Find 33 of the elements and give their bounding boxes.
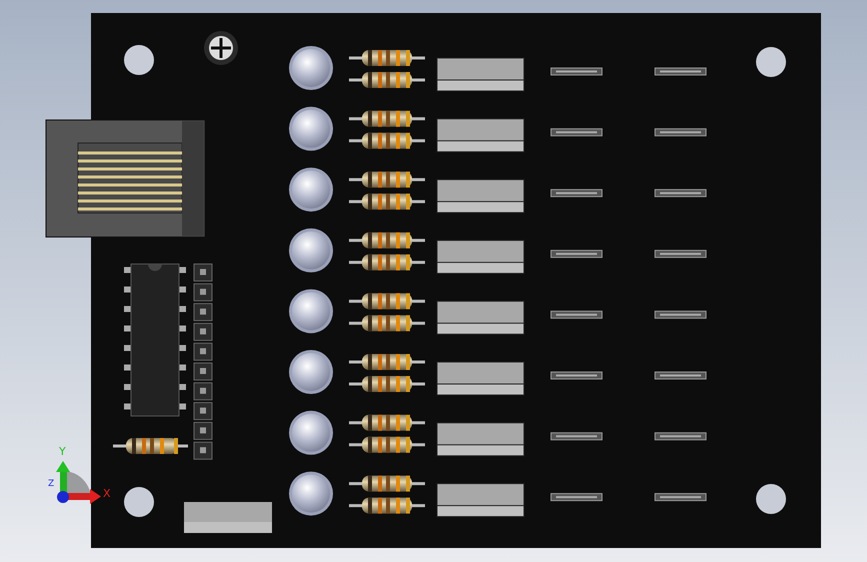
jumper-wire-drawing (550, 250, 602, 258)
led-drawing (289, 228, 333, 272)
jumper-wire-drawing (550, 68, 602, 76)
mounting-hole (756, 47, 786, 77)
jumper-wire-drawing (550, 432, 602, 440)
jumper-wire-drawing (654, 250, 706, 258)
jumper-wire-drawing (550, 128, 602, 136)
led-drawing (289, 350, 333, 394)
mounting-hole (124, 487, 154, 517)
jumper-wire-drawing (654, 493, 706, 502)
axis-label: Y (59, 445, 66, 458)
led-drawing (289, 46, 333, 90)
capacitor-drawing (204, 31, 238, 65)
led-drawing (289, 168, 333, 212)
jumper-wire-drawing (550, 372, 602, 380)
axis-triad-drawing (56, 461, 101, 504)
axis-label: Z (48, 479, 54, 489)
axis-label: X (103, 487, 111, 500)
jumper-wire-drawing (654, 310, 706, 319)
led-drawing (289, 410, 333, 455)
jumper-wire-drawing (654, 432, 706, 440)
jumper-wire-drawing (550, 189, 602, 198)
jumper-wire-drawing (550, 493, 602, 502)
mounting-hole (124, 45, 154, 75)
jumper-wire-drawing (654, 189, 706, 198)
jumper-wire-drawing (654, 372, 706, 380)
jumper-wire-drawing (654, 68, 706, 76)
mounting-hole (756, 484, 786, 514)
led-drawing (289, 106, 333, 151)
led-drawing (289, 289, 333, 334)
led-drawing (289, 472, 333, 516)
jumper-wire-drawing (550, 310, 602, 319)
jumper-wire-drawing (654, 128, 706, 136)
